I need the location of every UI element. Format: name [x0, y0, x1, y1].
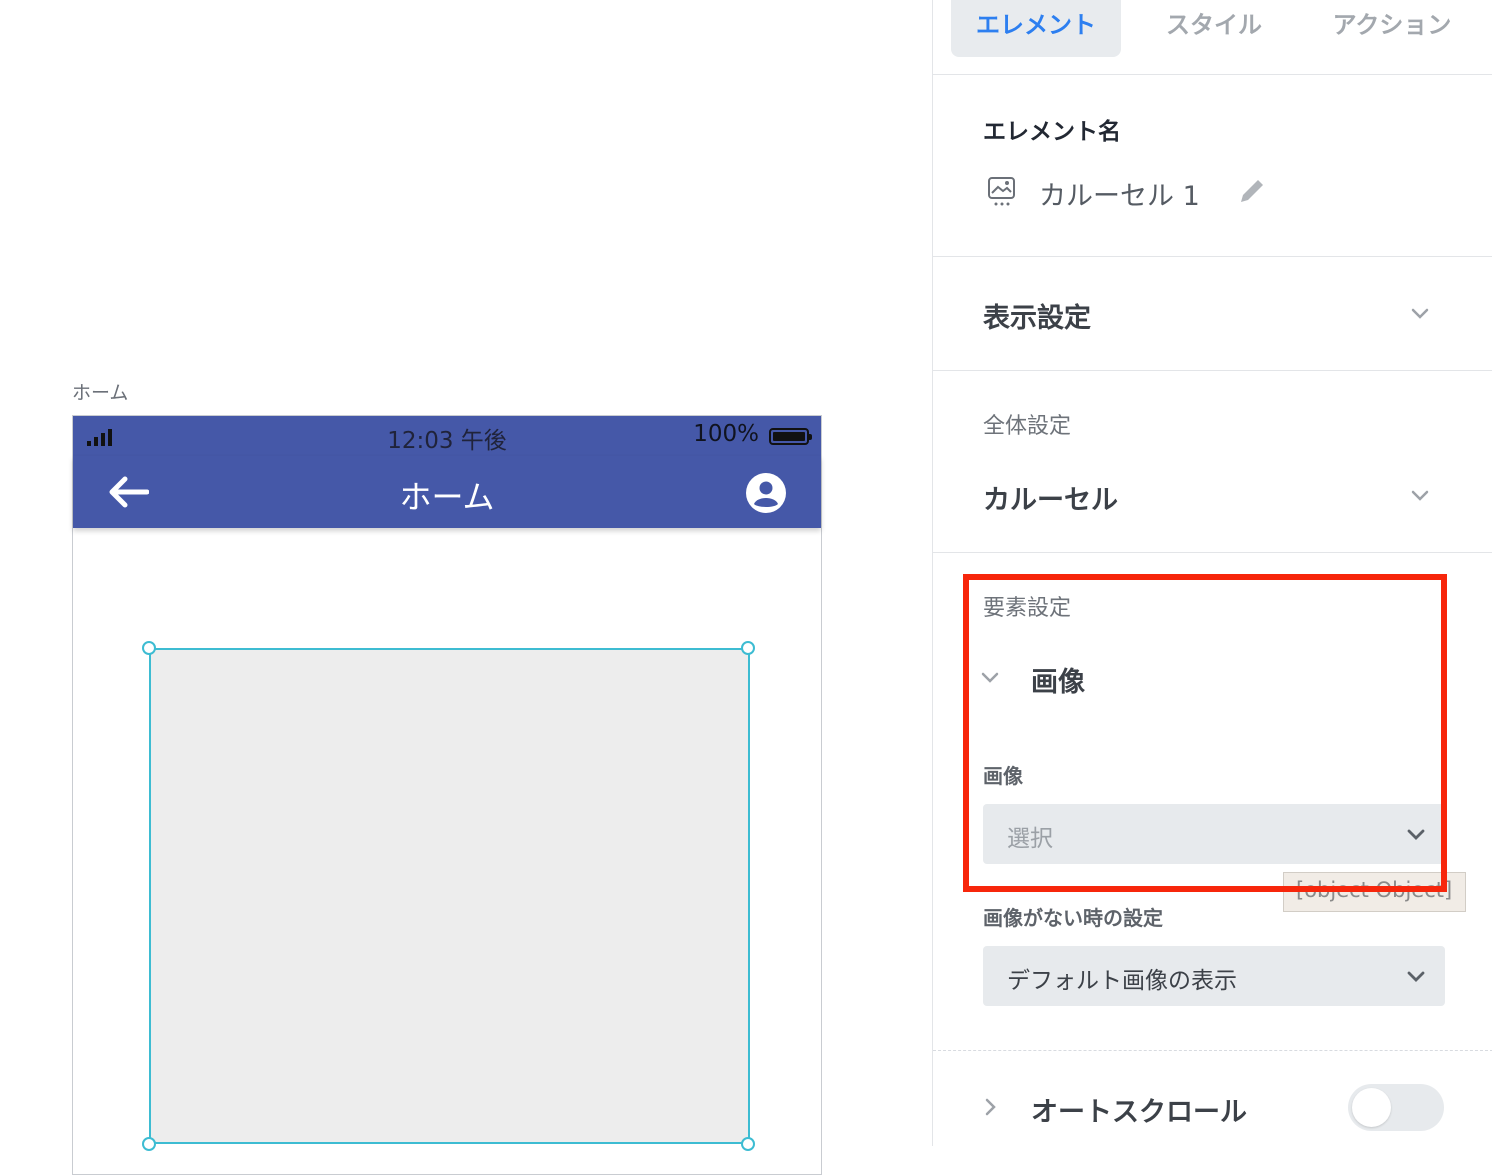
device-frame: 12:03 午後 100% ホーム	[72, 415, 822, 1175]
highlight-annotation-box	[963, 574, 1447, 892]
properties-panel: エレメント スタイル アクション エレメント名 カルーセル 1 表示設定 全体設…	[932, 0, 1492, 1146]
divider	[933, 370, 1492, 371]
carousel-icon	[988, 177, 1015, 206]
app-bar: ホーム	[73, 456, 821, 528]
tab-style[interactable]: スタイル	[1129, 0, 1299, 57]
tab-element[interactable]: エレメント	[951, 0, 1121, 57]
overall-settings-sublabel: 全体設定	[983, 414, 1072, 439]
screen-label: ホーム	[72, 382, 129, 404]
edit-pencil-icon[interactable]	[1237, 176, 1267, 206]
resize-handle-top-right[interactable]	[741, 641, 755, 655]
toggle-knob	[1352, 1088, 1391, 1127]
battery-icon	[769, 428, 812, 445]
account-circle-icon[interactable]	[745, 472, 787, 514]
app-bar-title: ホーム	[399, 478, 495, 516]
no-image-setting-value: デフォルト画像の表示	[1007, 968, 1237, 994]
divider	[933, 74, 1492, 75]
overall-settings-value[interactable]: カルーセル	[983, 478, 1118, 517]
chevron-down-icon	[1407, 971, 1425, 982]
divider	[933, 1050, 1492, 1051]
resize-handle-bottom-right[interactable]	[741, 1137, 755, 1151]
status-bar: 12:03 午後 100%	[73, 416, 821, 456]
element-name-value: カルーセル 1	[1039, 181, 1200, 212]
display-settings-label[interactable]: 表示設定	[983, 296, 1091, 335]
resize-handle-bottom-left[interactable]	[142, 1137, 156, 1151]
chevron-down-icon[interactable]	[1409, 484, 1431, 506]
resize-handle-top-left[interactable]	[142, 641, 156, 655]
divider	[933, 552, 1492, 553]
divider	[933, 256, 1492, 257]
carousel-element[interactable]	[149, 648, 750, 1144]
chevron-down-icon[interactable]	[1409, 302, 1431, 324]
battery-percent: 100%	[693, 421, 759, 447]
auto-scroll-toggle[interactable]	[1348, 1084, 1444, 1131]
no-image-setting-select[interactable]: デフォルト画像の表示	[983, 946, 1445, 1006]
auto-scroll-label: オートスクロール	[1031, 1097, 1247, 1128]
element-name-heading: エレメント名	[983, 119, 1121, 145]
tab-action[interactable]: アクション	[1307, 0, 1477, 57]
no-image-setting-label: 画像がない時の設定	[983, 906, 1163, 930]
chevron-right-icon[interactable]	[979, 1096, 1001, 1118]
